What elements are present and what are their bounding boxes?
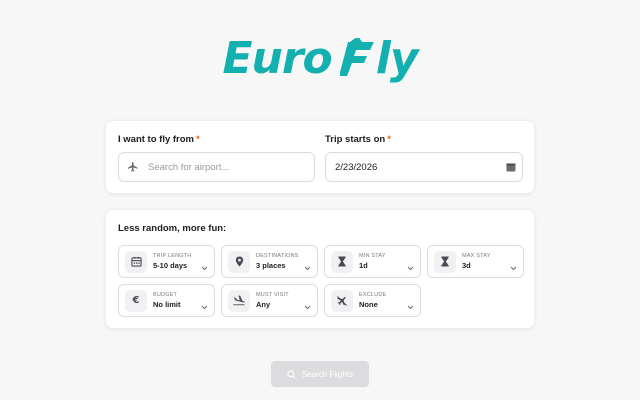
chevron-down-icon [407, 258, 414, 276]
departure-label-text: I want to fly from [118, 134, 194, 145]
option-value: Any [256, 300, 271, 309]
required-mark: * [387, 134, 391, 145]
option-label: EXCLUDE [359, 291, 387, 298]
option-label: MIN STAY [359, 252, 386, 259]
plane-landing-icon [228, 289, 250, 312]
option-label: MAX STAY [462, 252, 491, 259]
exclude-select[interactable]: EXCLUDE None [324, 284, 421, 317]
chevron-down-icon [304, 297, 311, 315]
date-label: Trip starts on * [325, 134, 391, 145]
departure-placeholder: Search for airport... [148, 161, 230, 173]
option-label: TRIP LENGTH [153, 252, 192, 259]
plane-icon [127, 161, 139, 173]
chevron-down-icon [304, 258, 311, 276]
logo-f-wing-icon [339, 38, 376, 78]
departure-airport-input[interactable]: Search for airport... [118, 152, 315, 182]
search-flights-label: Search Flights [301, 369, 354, 379]
chevron-down-icon [510, 258, 517, 276]
plane-off-icon [331, 289, 353, 312]
hourglass-icon [434, 250, 456, 273]
option-label: MUST VISIT [256, 291, 289, 298]
budget-select[interactable]: € BUDGET No limit [118, 284, 215, 317]
min-stay-select[interactable]: MIN STAY 1d [324, 245, 421, 278]
hourglass-icon [331, 250, 353, 273]
trip-length-select[interactable]: TRIP LENGTH 5-10 days [118, 245, 215, 278]
option-value: 3 places [256, 261, 286, 270]
preferences-card: Less random, more fun: TRIP LENGTH 5-10 … [105, 209, 535, 329]
departure-label: I want to fly from * [118, 134, 200, 145]
chevron-down-icon [201, 297, 208, 315]
max-stay-select[interactable]: MAX STAY 3d [427, 245, 524, 278]
option-value: No limit [153, 300, 181, 309]
search-flights-button[interactable]: Search Flights [271, 361, 369, 387]
required-mark: * [196, 134, 200, 145]
logo: Euro ly [0, 32, 640, 84]
option-value: 5-10 days [153, 261, 188, 270]
option-value: None [359, 300, 378, 309]
chevron-down-icon [407, 297, 414, 315]
date-label-text: Trip starts on [325, 134, 386, 145]
option-label: DESTINATIONS [256, 252, 299, 259]
option-value: 3d [462, 261, 471, 270]
calendar-picker-icon[interactable] [506, 162, 516, 172]
chevron-down-icon [201, 258, 208, 276]
destinations-select[interactable]: DESTINATIONS 3 places [221, 245, 318, 278]
logo-text-ly: ly [375, 32, 419, 84]
logo-text-euro: Euro [222, 32, 332, 84]
trip-start-date-value: 2/23/2026 [335, 161, 378, 173]
must-visit-select[interactable]: MUST VISIT Any [221, 284, 318, 317]
option-value: 1d [359, 261, 368, 270]
preferences-title: Less random, more fun: [118, 223, 227, 234]
trip-start-date-input[interactable]: 2/23/2026 [325, 152, 523, 182]
map-pin-icon [228, 250, 250, 273]
search-icon [287, 369, 296, 379]
option-label: BUDGET [153, 291, 178, 298]
euro-icon: € [125, 289, 147, 312]
calendar-icon [125, 250, 147, 273]
trip-basics-card: I want to fly from * Search for airport..… [105, 120, 535, 194]
